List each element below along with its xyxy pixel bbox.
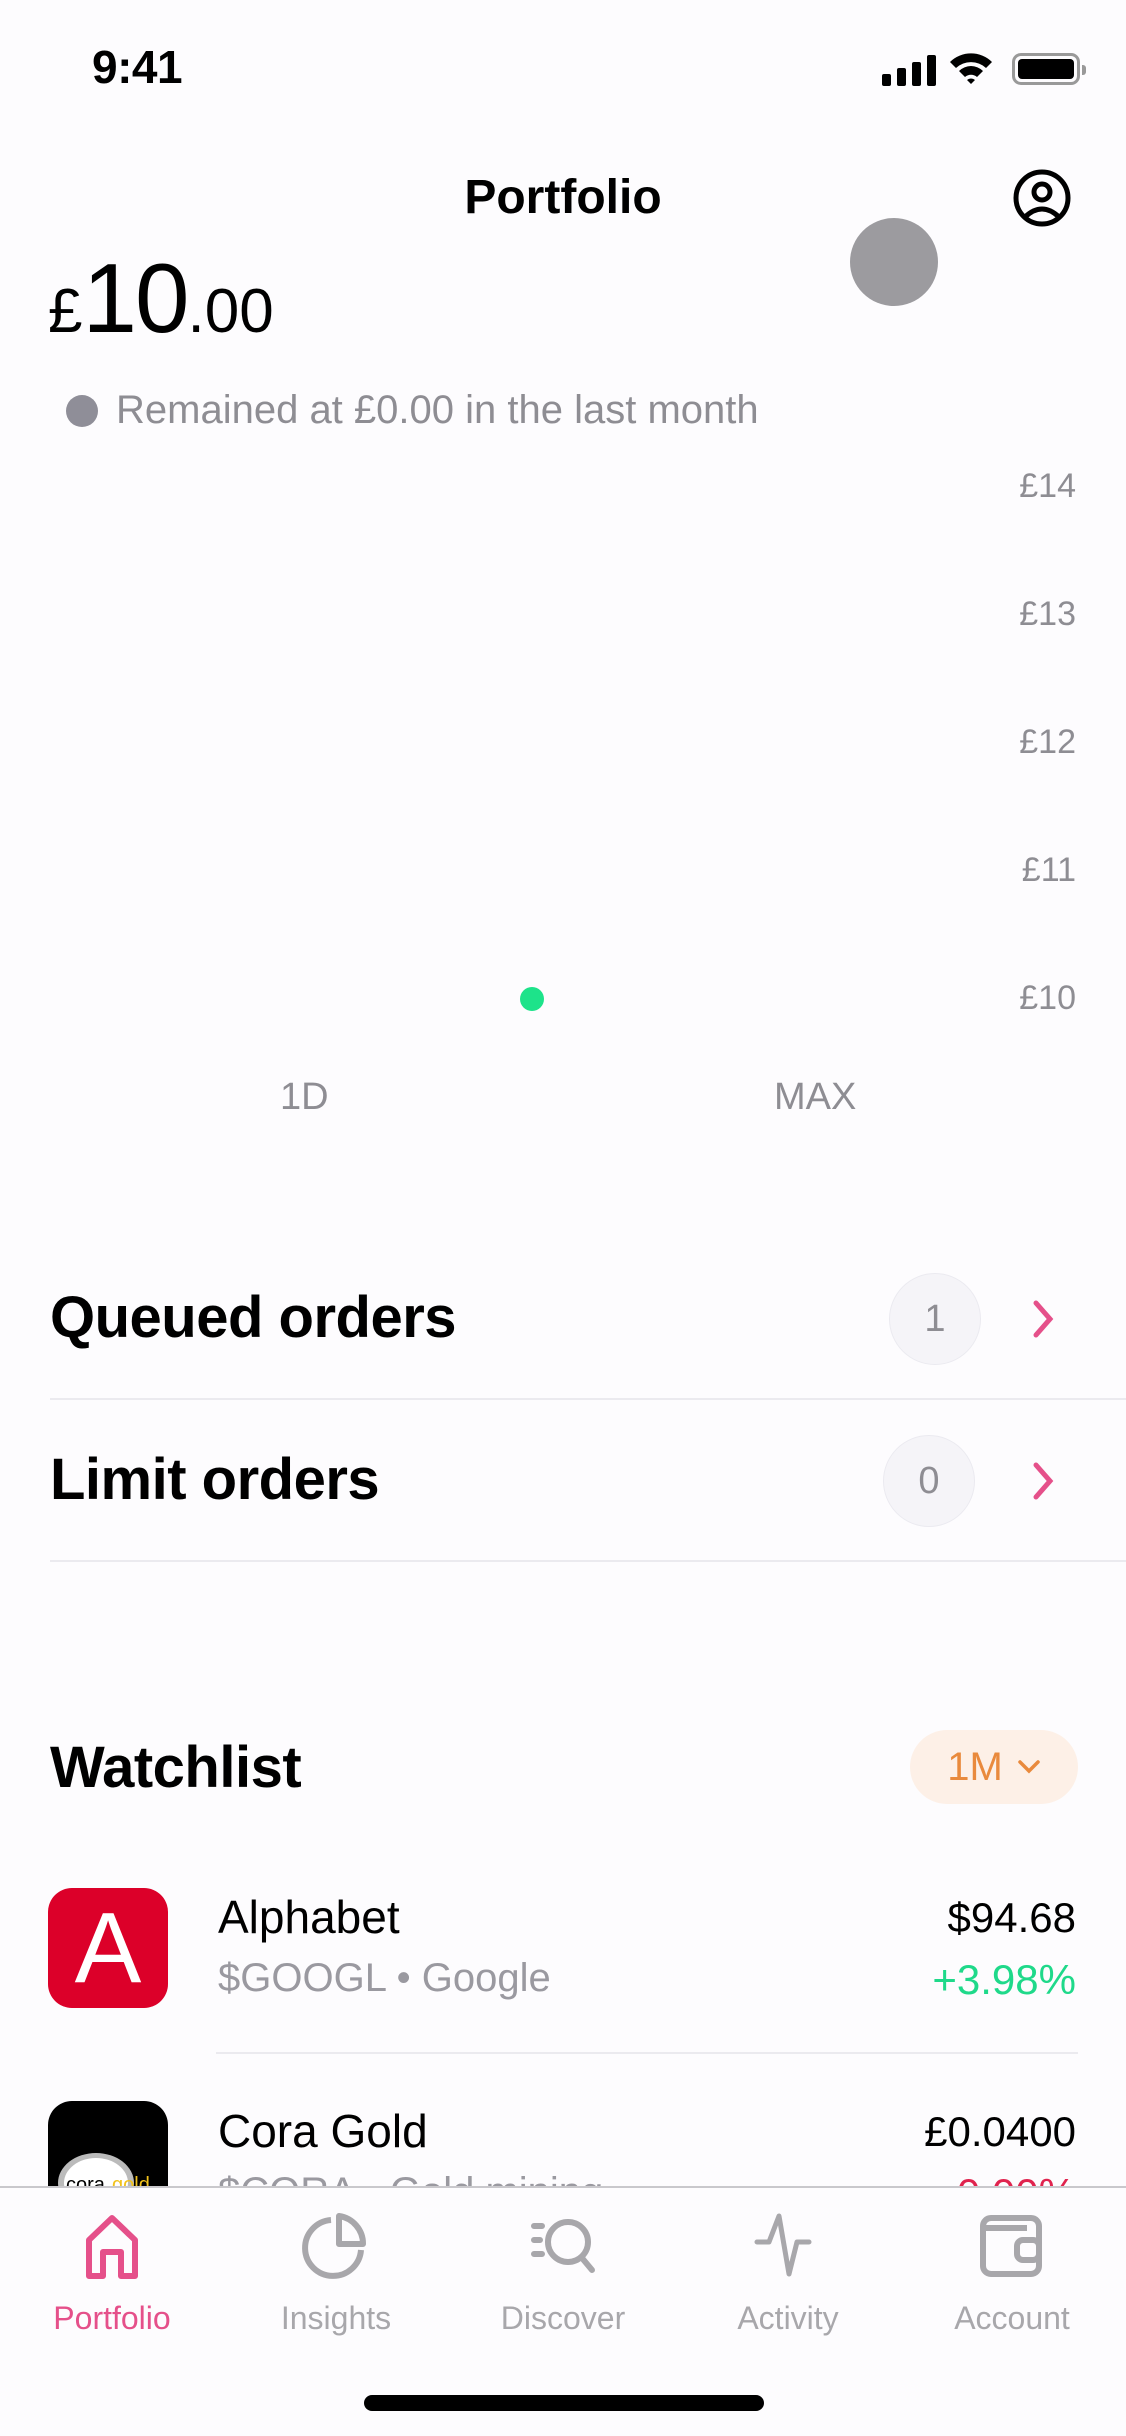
wallet-icon: [980, 2215, 1042, 2277]
tab-account[interactable]: Account: [922, 2212, 1102, 2337]
chevron-right-icon[interactable]: [1028, 1461, 1058, 1501]
status-time: 9:41: [92, 41, 183, 93]
change-summary-text: Remained at £0.00 in the last month: [116, 388, 759, 432]
tab-label: Insights: [280, 2300, 392, 2336]
portfolio-balance: £ 10 .00: [48, 242, 274, 355]
change-summary: Remained at £0.00 in the last month: [66, 388, 759, 433]
range-1d-button[interactable]: 1D: [280, 1076, 329, 1119]
cellular-signal-icon: [882, 55, 936, 86]
queued-orders-label[interactable]: Queued orders: [50, 1284, 457, 1351]
tab-label: Discover: [500, 2300, 626, 2336]
data-point: [520, 987, 544, 1011]
watchlist-item-price: £0.0400: [924, 2108, 1076, 2155]
portfolio-chart[interactable]: £14 £13 £12 £11 £10: [0, 440, 1126, 1060]
discover-search-icon: [531, 2219, 595, 2273]
watchlist-item-change: +3.98%: [932, 1956, 1076, 2003]
tab-label: Activity: [737, 2300, 839, 2336]
watchlist-item-price: $94.68: [947, 1894, 1076, 1941]
balance-integer: 10: [82, 243, 189, 353]
queued-orders-count: 1: [889, 1273, 981, 1365]
limit-orders-label[interactable]: Limit orders: [50, 1446, 380, 1513]
y-tick-label: £13: [1019, 595, 1076, 633]
range-max-button[interactable]: MAX: [774, 1076, 856, 1119]
company-name: Google: [421, 1956, 551, 2000]
home-icon: [86, 2215, 138, 2279]
battery-icon: [1012, 53, 1086, 85]
chevron-down-icon: [1018, 1760, 1040, 1774]
pie-chart-icon: [302, 2213, 367, 2279]
divider: [50, 1560, 1126, 1562]
change-indicator-dot: [66, 394, 98, 427]
home-indicator: [364, 2395, 764, 2411]
page-title: Portfolio: [464, 171, 662, 224]
balance-currency: £: [48, 277, 83, 346]
y-tick-label: £14: [1019, 467, 1076, 505]
limit-orders-count: 0: [883, 1435, 975, 1527]
watchlist-item-name[interactable]: Cora Gold: [218, 2104, 428, 2158]
chevron-right-icon[interactable]: [1028, 1299, 1058, 1339]
y-tick-label: £12: [1019, 723, 1076, 761]
tab-insights[interactable]: Insights: [246, 2212, 426, 2337]
wifi-icon: [950, 53, 992, 84]
watchlist-item-subtitle: $GOOGL • Google: [218, 1956, 551, 2001]
tab-activity[interactable]: Activity: [698, 2212, 878, 2337]
watchlist-period-value: 1M: [947, 1744, 1003, 1789]
divider: [50, 1398, 1126, 1400]
watchlist-period-dropdown[interactable]: 1M: [910, 1730, 1078, 1804]
alphabet-logo[interactable]: A: [48, 1888, 168, 2008]
ticker: $GOOGL: [218, 1956, 386, 2000]
user-circle-icon[interactable]: [1012, 167, 1072, 229]
divider: [216, 2052, 1078, 2054]
tab-label: Portfolio: [53, 2300, 171, 2336]
y-tick-label: £10: [1019, 979, 1076, 1017]
watchlist-item-name[interactable]: Alphabet: [218, 1890, 400, 1944]
tab-discover[interactable]: Discover: [473, 2212, 653, 2337]
tab-portfolio[interactable]: Portfolio: [22, 2212, 202, 2337]
touch-indicator: [850, 218, 938, 306]
separator-dot: •: [396, 1956, 422, 2000]
y-tick-label: £11: [1022, 851, 1076, 889]
watchlist-title: Watchlist: [50, 1735, 302, 1800]
balance-decimal: .00: [187, 277, 274, 346]
tab-label: Account: [954, 2300, 1070, 2336]
activity-icon: [754, 2213, 812, 2277]
